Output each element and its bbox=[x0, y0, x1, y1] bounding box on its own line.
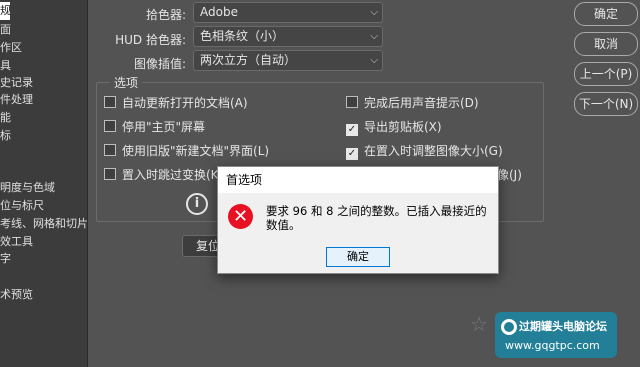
watermark: 过期罐头电脑论坛 www.gqgtpc.com bbox=[495, 312, 617, 358]
dialog-ok-button[interactable]: 确定 bbox=[326, 247, 390, 267]
sidebar-item-tech-preview[interactable]: 术预览 bbox=[0, 286, 88, 304]
checkbox-sound-alert[interactable]: 完成后用声音提示(D) bbox=[346, 95, 479, 111]
sidebar-item-label: 标 bbox=[0, 129, 11, 142]
error-icon: ✕ bbox=[228, 204, 253, 229]
checkbox-label: 完成后用声音提示(D) bbox=[364, 96, 479, 110]
next-button[interactable]: 下一个(N) bbox=[574, 92, 638, 116]
sidebar-item-guides-grid[interactable]: 考线、网格和切片 bbox=[0, 215, 88, 233]
checkbox-box bbox=[104, 96, 116, 108]
checkbox-label: 停用"主页"屏幕 bbox=[122, 120, 206, 134]
sidebar-item-type[interactable]: 字 bbox=[0, 250, 88, 268]
hud-picker-select[interactable]: 色相条纹（小） ⌵ bbox=[193, 26, 383, 47]
checkbox-label: 导出剪贴板(X) bbox=[364, 120, 442, 134]
checkmark-icon: ✓ bbox=[346, 148, 358, 160]
watermark-url: www.gqgtpc.com bbox=[505, 339, 600, 352]
sidebar-item-label: 效工具 bbox=[0, 235, 33, 248]
sidebar-item-file-handling[interactable]: 件处理 bbox=[0, 91, 88, 109]
interpolation-label: 图像插值: bbox=[133, 57, 186, 71]
checkbox-disable-home[interactable]: 停用"主页"屏幕 bbox=[104, 119, 205, 135]
checkbox-box bbox=[346, 96, 358, 108]
interpolation-select[interactable]: 两次立方（自动） ⌵ bbox=[193, 50, 383, 71]
sidebar-item-label: 字 bbox=[0, 252, 11, 265]
sidebar-item-label: 考线、网格和切片 bbox=[0, 217, 88, 230]
prev-button[interactable]: 上一个(P) bbox=[574, 62, 638, 86]
cancel-button[interactable]: 取消 bbox=[574, 32, 638, 56]
preferences-sidebar: 规 面 作区 具 史记录 件处理 能 标 明度与色域 位与标尺 考线、网格和切片… bbox=[0, 0, 88, 367]
checkbox-label: 置入时跳过变换(K) bbox=[122, 168, 224, 182]
ok-button[interactable]: 确定 bbox=[574, 2, 638, 26]
hud-picker-label: HUD 拾色器: bbox=[115, 33, 186, 47]
sidebar-item-label: 具 bbox=[0, 59, 11, 72]
sidebar-item-performance[interactable]: 能 bbox=[0, 109, 88, 127]
sidebar-item-history[interactable]: 史记录 bbox=[0, 74, 88, 92]
checkbox-box bbox=[104, 144, 116, 156]
checkbox-label: 在置入时调整图像大小(G) bbox=[364, 144, 503, 158]
sidebar-item-label: 能 bbox=[0, 111, 11, 124]
sidebar-item-workspace[interactable]: 作区 bbox=[0, 39, 88, 57]
info-icon: i bbox=[186, 193, 208, 215]
error-dialog: 首选项 ✕ 要求 96 和 8 之间的整数。已插入最接近的数值。 确定 bbox=[217, 166, 499, 274]
dialog-title: 首选项 bbox=[218, 167, 498, 193]
checkbox-label: 使用旧版"新建文档"界面(L) bbox=[122, 144, 270, 158]
hud-picker-value: 色相条纹（小） bbox=[200, 29, 285, 43]
watermark-logo-icon bbox=[501, 319, 517, 335]
color-picker-select[interactable]: Adobe ⌵ bbox=[193, 2, 383, 23]
chevron-down-icon: ⌵ bbox=[370, 7, 378, 18]
checkbox-auto-update[interactable]: 自动更新打开的文档(A) bbox=[104, 95, 248, 111]
dialog-message: 要求 96 和 8 之间的整数。已插入最接近的数值。 bbox=[266, 204, 487, 232]
sidebar-item-label: 明度与色域 bbox=[0, 181, 55, 194]
checkbox-label: 像(J) bbox=[497, 168, 522, 182]
sidebar-item-label: 面 bbox=[0, 23, 11, 36]
checkbox-legacy-new-doc[interactable]: 使用旧版"新建文档"界面(L) bbox=[104, 143, 269, 159]
watermark-title: 过期罐头电脑论坛 bbox=[519, 320, 607, 333]
checkbox-partial-hidden[interactable]: 像(J) bbox=[497, 167, 522, 183]
sidebar-item-plugins[interactable]: 效工具 bbox=[0, 233, 88, 251]
checkbox-box bbox=[104, 120, 116, 132]
chevron-down-icon: ⌵ bbox=[370, 55, 378, 66]
star-icon: ☆ bbox=[470, 312, 488, 336]
checkbox-export-clipboard[interactable]: ✓ 导出剪贴板(X) bbox=[346, 119, 442, 136]
sidebar-item-general[interactable]: 规 bbox=[0, 2, 10, 20]
checkbox-resize-on-place[interactable]: ✓ 在置入时调整图像大小(G) bbox=[346, 143, 503, 160]
sidebar-item-label: 术预览 bbox=[0, 288, 33, 301]
options-legend: 选项 bbox=[110, 74, 143, 91]
checkbox-skip-transform[interactable]: 置入时跳过变换(K) bbox=[104, 167, 223, 183]
checkmark-icon: ✓ bbox=[346, 124, 358, 136]
sidebar-item-label: 作区 bbox=[0, 41, 22, 54]
checkbox-box bbox=[104, 168, 116, 180]
checkbox-label: 自动更新打开的文档(A) bbox=[122, 96, 248, 110]
sidebar-item-interface[interactable]: 面 bbox=[0, 21, 88, 39]
sidebar-item-label: 位与标尺 bbox=[0, 199, 44, 212]
color-picker-label: 拾色器: bbox=[145, 8, 186, 22]
sidebar-item-label: 史记录 bbox=[0, 76, 33, 89]
color-picker-value: Adobe bbox=[200, 5, 238, 19]
interpolation-value: 两次立方（自动） bbox=[200, 53, 297, 67]
sidebar-item-cursors[interactable]: 标 bbox=[0, 127, 88, 145]
sidebar-item-units-rulers[interactable]: 位与标尺 bbox=[0, 197, 88, 215]
chevron-down-icon: ⌵ bbox=[370, 31, 378, 42]
sidebar-item-transparency[interactable]: 明度与色域 bbox=[0, 179, 88, 197]
sidebar-item-label: 件处理 bbox=[0, 93, 33, 106]
sidebar-item-label: 规 bbox=[0, 4, 10, 17]
sidebar-item-tools[interactable]: 具 bbox=[0, 57, 88, 75]
